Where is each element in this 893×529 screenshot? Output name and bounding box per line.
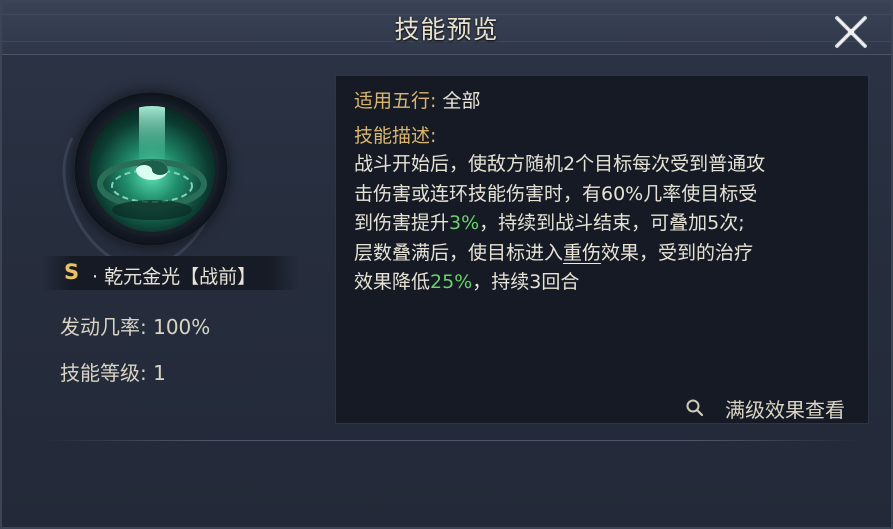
yin-yang-skill-icon — [85, 102, 219, 236]
element-row: 适用五行: 全部 — [354, 86, 480, 113]
skill-name: · 乾元金光【战前】 — [92, 266, 257, 288]
description-line: 击伤害或连环技能伤害时，有60%几率使目标受 — [354, 180, 864, 210]
skill-preview-dialog: 技能预览 S · 乾元金光【战前】 发动几率: 100% 技能等级: 1 适用五… — [0, 0, 893, 529]
description-text: 效果降低 — [354, 271, 431, 293]
skill-description: 战斗开始后，使敌方随机2个目标每次受到普通攻 击伤害或连环技能伤害时，有60%几… — [354, 150, 864, 298]
description-text: ，持续到战斗结束，可叠加5次; — [479, 212, 745, 234]
description-header: 技能描述: — [354, 121, 436, 148]
close-button[interactable] — [831, 12, 871, 52]
element-label: 适用五行: — [354, 90, 437, 112]
description-line: 效果降低25%，持续3回合 — [354, 268, 864, 298]
description-text: 层数叠满后，使目标进入 — [354, 241, 564, 264]
skill-level-row: 技能等级: 1 — [60, 357, 166, 386]
description-line: 到伤害提升3%，持续到战斗结束，可叠加5次; — [354, 209, 864, 239]
heal-reduction-value: 25% — [430, 271, 473, 293]
trigger-rate-value: 100% — [153, 315, 211, 339]
trigger-rate-label: 发动几率: — [60, 315, 147, 339]
description-text: 效果，受到的治疗 — [601, 241, 754, 264]
description-text: 击伤害或连环技能伤害时，有60%几率使目标受 — [354, 182, 758, 205]
skill-grade-badge: S — [64, 260, 80, 284]
view-max-level-button[interactable]: 满级效果查看 — [685, 392, 845, 424]
description-line: 层数叠满后，使目标进入重伤效果，受到的治疗 — [354, 239, 864, 269]
title-bar: 技能预览 — [2, 2, 891, 55]
skill-level-value: 1 — [153, 361, 166, 385]
description-text: 到伤害提升 — [354, 212, 450, 234]
heavy-wound-keyword-link[interactable]: 重伤 — [563, 242, 601, 264]
view-max-level-label: 满级效果查看 — [725, 397, 845, 422]
damage-boost-value: 3% — [449, 212, 480, 234]
dialog-title: 技能预览 — [394, 15, 499, 44]
search-icon — [686, 399, 704, 417]
description-text: 战斗开始后，使敌方随机2个目标每次受到普通攻 — [354, 153, 766, 175]
description-text: ，持续3回合 — [472, 271, 580, 293]
bottom-divider — [42, 440, 862, 441]
element-value: 全部 — [442, 90, 481, 112]
trigger-rate-row: 发动几率: 100% — [60, 311, 210, 340]
skill-level-label: 技能等级: — [60, 361, 147, 385]
description-label: 技能描述: — [354, 125, 437, 147]
close-x-icon — [835, 16, 867, 48]
description-line: 战斗开始后，使敌方随机2个目标每次受到普通攻 — [354, 150, 864, 180]
